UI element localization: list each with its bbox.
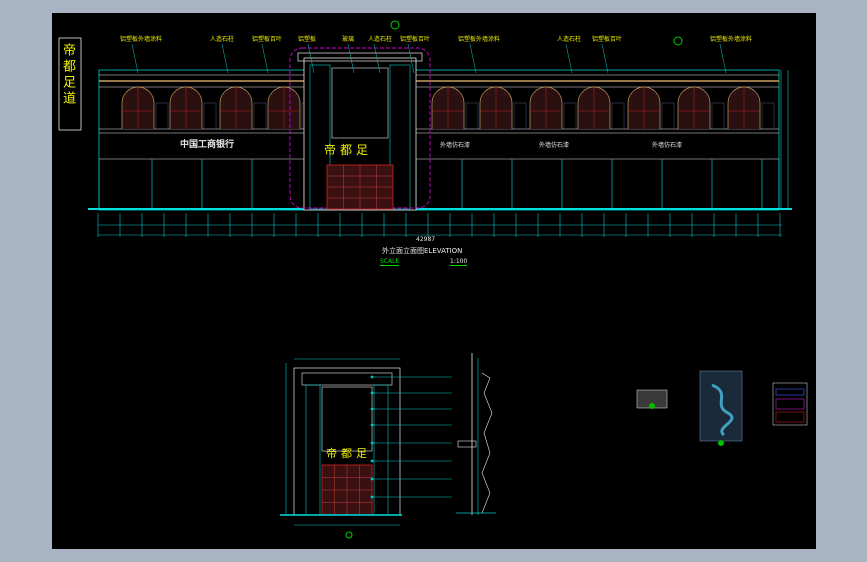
leader-line: [221, 43, 229, 74]
leader-dot: [370, 375, 374, 379]
arch-window: [431, 86, 479, 130]
detail-sign-text: 帝都足: [326, 447, 371, 460]
annotation-5: 玻璃: [342, 36, 355, 43]
annotation-2: 人造石柱: [210, 36, 235, 43]
arch-window: [577, 86, 625, 130]
arch-window: [627, 86, 675, 130]
arch-window: [529, 86, 577, 130]
vertical-sign-text: 帝都足道: [60, 43, 75, 107]
leader-line: [131, 43, 139, 74]
leader-line: [565, 43, 573, 74]
arch-window: [479, 86, 527, 130]
leader-dot: [370, 459, 374, 463]
leader-line: [469, 43, 477, 74]
total-dimension: 42987: [416, 236, 436, 243]
leader-dot: [370, 423, 374, 427]
annotation-9: 人造石柱: [557, 36, 582, 43]
facade-label-3: 外墙仿石漆: [652, 142, 683, 149]
facade-label-1: 外墙仿石漆: [440, 142, 471, 149]
arch-window: [727, 86, 775, 130]
leader-line: [261, 43, 269, 74]
leader-dot: [370, 407, 374, 411]
leader-dot: [370, 477, 374, 481]
annotation-10: 铝塑板百叶: [592, 36, 623, 43]
small-details: [636, 370, 808, 446]
annotation-6: 人造石柱: [368, 36, 393, 43]
arch-window: [677, 86, 725, 130]
scale-value: 1:100: [450, 258, 468, 266]
cad-drawing-svg[interactable]: [52, 13, 816, 549]
annotation-1: 铝塑板外墙涂料: [120, 36, 163, 43]
annotation-11: 铝塑板外墙涂料: [710, 36, 753, 43]
leader-dot: [370, 441, 374, 445]
drawing-title: 外立面立面图ELEVATION: [382, 247, 463, 255]
annotation-7: 铝塑板百叶: [400, 36, 431, 43]
annotation-3: 铝塑板百叶: [252, 36, 283, 43]
window-frame: 帝都足道 中国工商银行 帝都足 帝都足 外墙仿石漆 外墙仿石漆 外墙仿石漆 42…: [0, 0, 867, 562]
arch-window: [121, 86, 169, 130]
leader-line: [601, 43, 609, 74]
arch-window: [169, 86, 217, 130]
main-elevation: [58, 20, 792, 237]
leader-dot: [370, 495, 374, 499]
detail-elevation: [280, 353, 496, 539]
arch-window: [219, 86, 267, 130]
bank-logo-text: 中国工商银行: [180, 140, 235, 150]
annotation-8: 铝塑板外墙涂料: [458, 36, 501, 43]
cad-drawing-canvas[interactable]: 帝都足道 中国工商银行 帝都足 帝都足 外墙仿石漆 外墙仿石漆 外墙仿石漆 42…: [52, 13, 816, 549]
leader-line: [719, 43, 727, 74]
scale-label: SCALE: [380, 258, 400, 266]
annotation-4: 铝塑板: [298, 36, 317, 43]
sign-text: 帝都足: [324, 143, 373, 157]
leader-dot: [370, 391, 374, 395]
facade-label-2: 外墙仿石漆: [539, 142, 570, 149]
